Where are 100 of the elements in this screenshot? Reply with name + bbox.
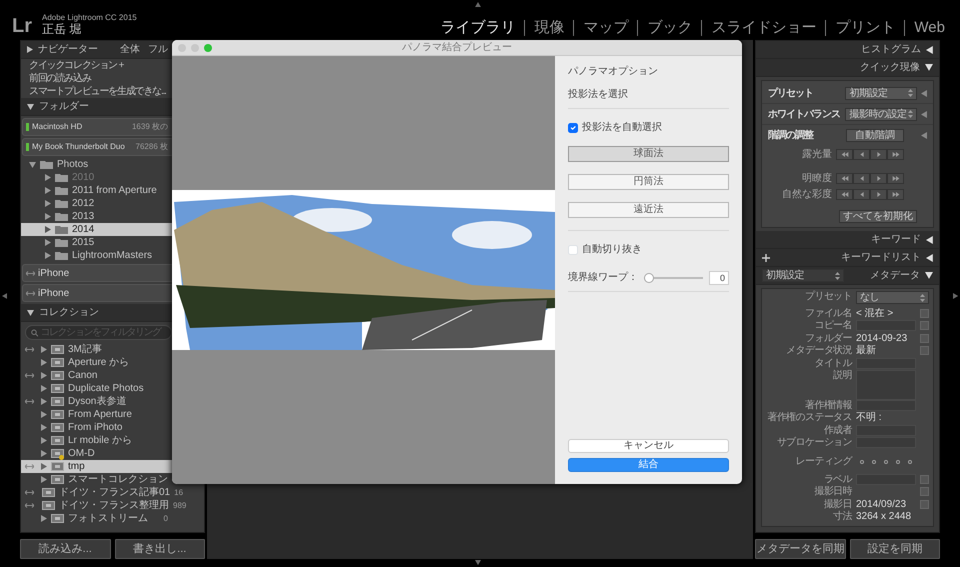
row-label: プリセット bbox=[768, 86, 814, 100]
collection-row[interactable]: スマートコレクション bbox=[21, 473, 204, 486]
module-tab[interactable]: マップ bbox=[573, 20, 638, 36]
collection-row[interactable]: 3M記事 bbox=[21, 343, 204, 356]
triangle-icon[interactable] bbox=[27, 310, 34, 316]
preset-dropdown[interactable]: 撮影時の設定 bbox=[845, 108, 918, 120]
panel-header[interactable]: キーワード bbox=[756, 231, 939, 249]
collection-name: フォトストリーム bbox=[68, 512, 148, 525]
reset-all-button[interactable]: すべてを初期化 bbox=[839, 210, 917, 223]
field-action-button[interactable] bbox=[920, 487, 929, 496]
panel-header[interactable]: クイック現像 bbox=[756, 59, 939, 77]
collection-row[interactable]: ドイツ・フランス整理用 989 bbox=[21, 499, 204, 512]
projection-button[interactable]: 遠近法 bbox=[568, 202, 729, 218]
step-button[interactable] bbox=[853, 188, 870, 200]
collection-row[interactable]: OM-D bbox=[21, 447, 204, 460]
module-tab[interactable]: スライドショー bbox=[701, 20, 826, 36]
left-arrow-icon bbox=[860, 192, 864, 196]
collection-row[interactable]: ドイツ・フランス記事01 16 bbox=[21, 486, 204, 499]
triangle-icon[interactable] bbox=[926, 236, 933, 244]
dialog-button[interactable]: 結合 bbox=[568, 458, 729, 472]
triangle-icon[interactable] bbox=[925, 64, 933, 71]
module-tab[interactable]: Web bbox=[904, 20, 954, 36]
folder-row[interactable]: 2015 bbox=[21, 236, 204, 249]
triangle-icon[interactable] bbox=[45, 226, 51, 233]
collection-icon bbox=[51, 410, 64, 419]
collection-row[interactable]: Aperture から bbox=[21, 356, 204, 369]
slider-thumb[interactable] bbox=[644, 272, 654, 282]
folder-row[interactable]: 2013 bbox=[21, 210, 204, 223]
collection-icon bbox=[51, 345, 64, 354]
field-label: サブロケーション bbox=[776, 437, 852, 450]
folder-icon bbox=[55, 225, 68, 234]
triangle-icon[interactable] bbox=[925, 272, 933, 279]
field-action-button[interactable] bbox=[920, 346, 929, 356]
step-button[interactable] bbox=[870, 148, 887, 160]
collection-name: From iPhoto bbox=[68, 421, 122, 434]
folder-row[interactable]: Photos bbox=[21, 158, 204, 171]
field-action-button[interactable] bbox=[920, 474, 929, 484]
collection-row[interactable]: Duplicate Photos bbox=[21, 382, 204, 395]
field-action-button[interactable] bbox=[920, 309, 929, 318]
panel-button[interactable]: 書き出し... bbox=[114, 539, 205, 559]
panel-button[interactable]: メタデータを同期 bbox=[755, 539, 846, 559]
collection-row[interactable]: From iPhoto bbox=[21, 421, 204, 434]
folder-row[interactable]: 2012 bbox=[21, 197, 204, 210]
step-button[interactable] bbox=[836, 188, 853, 200]
triangle-icon[interactable] bbox=[926, 254, 933, 262]
volume-indicator-icon bbox=[26, 123, 29, 131]
panel-header[interactable]: キーワードリスト bbox=[756, 249, 939, 267]
field-label: 説明 bbox=[832, 370, 852, 382]
projection-button[interactable]: 球面法 bbox=[568, 146, 729, 162]
field-action-button[interactable] bbox=[920, 334, 929, 343]
number-field[interactable]: 0 bbox=[709, 270, 729, 284]
projection-button[interactable]: 円筒法 bbox=[568, 174, 729, 190]
module-tab[interactable]: ライブラリ bbox=[431, 20, 524, 36]
panel-header[interactable]: 初期設定 メタデータ bbox=[756, 267, 939, 285]
step-button[interactable] bbox=[870, 172, 887, 184]
step-button[interactable] bbox=[853, 172, 870, 184]
folder-icon bbox=[55, 238, 68, 247]
step-button[interactable] bbox=[836, 148, 853, 160]
preset-dropdown[interactable]: なし bbox=[856, 291, 929, 304]
step-button[interactable] bbox=[853, 148, 870, 160]
collection-row[interactable]: Dyson表参道 bbox=[21, 395, 204, 408]
step-button[interactable] bbox=[836, 172, 853, 184]
collection-row[interactable]: From Aperture bbox=[21, 408, 204, 421]
collection-row[interactable]: Canon bbox=[21, 369, 204, 382]
preset-dropdown[interactable]: 初期設定 bbox=[762, 269, 844, 282]
panel-title: ナビゲーター bbox=[38, 43, 98, 57]
collection-row[interactable]: Lr mobile から bbox=[21, 434, 204, 447]
volume-name: Macintosh HD bbox=[32, 121, 82, 133]
field-label: メタデータ状況 bbox=[785, 345, 852, 358]
step-button[interactable] bbox=[887, 172, 904, 184]
step-button[interactable] bbox=[887, 188, 904, 200]
panel-title: コレクション bbox=[39, 306, 99, 320]
collection-name: Dyson表参道 bbox=[68, 395, 126, 408]
field-action-button[interactable] bbox=[920, 321, 929, 330]
panel-header[interactable]: ヒストグラム bbox=[756, 41, 939, 59]
module-tab[interactable]: プリント bbox=[825, 20, 904, 36]
module-tab[interactable]: 現像 bbox=[524, 20, 574, 36]
collection-row[interactable]: フォトストリーム 0 bbox=[21, 512, 204, 525]
preset-dropdown[interactable]: 初期設定 bbox=[845, 86, 918, 100]
zoom-option[interactable]: 全体 bbox=[120, 42, 140, 57]
folder-row[interactable]: LightroomMasters bbox=[21, 249, 204, 262]
triangle-icon[interactable] bbox=[27, 104, 34, 110]
auto-tone-button[interactable]: 自動階調 bbox=[846, 129, 904, 142]
folder-row[interactable]: 2011 from Aperture bbox=[21, 184, 204, 197]
field-label: 著作権のステータス bbox=[766, 412, 852, 424]
dialog-button[interactable]: キャンセル bbox=[568, 439, 729, 453]
zoom-option[interactable]: フル bbox=[148, 42, 168, 57]
field-value: < 混在 > bbox=[856, 308, 894, 320]
panel-button[interactable]: 設定を同期 bbox=[850, 539, 940, 559]
panel-button[interactable]: 読み込み... bbox=[20, 539, 110, 559]
step-button[interactable] bbox=[887, 148, 904, 160]
plus-icon[interactable] bbox=[762, 254, 770, 262]
module-tab[interactable]: ブック bbox=[637, 20, 702, 36]
panel-title: ヒストグラム bbox=[861, 43, 922, 57]
volume-name: My Book Thunderbolt Duo bbox=[32, 141, 125, 153]
step-button[interactable] bbox=[870, 188, 887, 200]
triangle-icon[interactable] bbox=[926, 46, 933, 54]
triangle-icon[interactable] bbox=[27, 46, 33, 53]
checkbox[interactable] bbox=[568, 122, 578, 132]
field-action-button[interactable] bbox=[920, 500, 929, 509]
